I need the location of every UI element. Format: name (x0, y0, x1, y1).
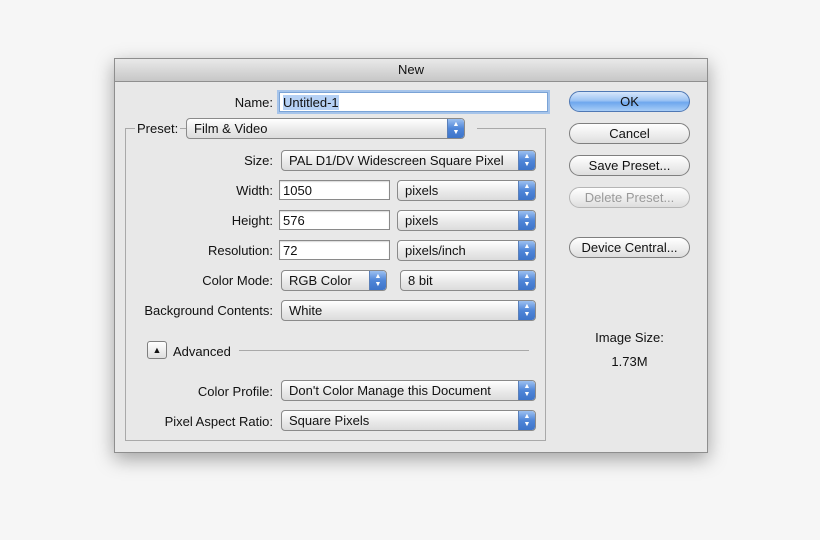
delete-preset-button[interactable]: Delete Preset... (569, 187, 690, 208)
size-label: Size: (244, 153, 273, 168)
advanced-divider (239, 350, 529, 351)
size-value: PAL D1/DV Widescreen Square Pixel (289, 153, 504, 168)
color-profile-select[interactable]: Don't Color Manage this Document ▲ ▼ (281, 380, 536, 401)
preset-value: Film & Video (194, 121, 268, 136)
ok-button[interactable]: OK (569, 91, 690, 112)
groupbox-gap (465, 121, 477, 135)
resolution-unit-select[interactable]: pixels/inch ▲ ▼ (397, 240, 536, 261)
up-down-arrows-icon: ▲ ▼ (518, 271, 535, 290)
width-field[interactable]: 1050 (279, 180, 390, 200)
new-document-dialog: New Name: Untitled-1 Preset: Film & Vide… (114, 58, 708, 453)
up-down-arrows-icon: ▲ ▼ (369, 271, 386, 290)
height-unit-value: pixels (405, 213, 439, 228)
up-down-arrows-icon: ▲ ▼ (518, 151, 535, 170)
height-field[interactable]: 576 (279, 210, 390, 230)
bit-depth-value: 8 bit (408, 273, 433, 288)
preset-label: Preset: (135, 121, 181, 136)
up-down-arrows-icon: ▲ ▼ (518, 411, 535, 430)
color-profile-value: Don't Color Manage this Document (289, 383, 491, 398)
save-preset-button[interactable]: Save Preset... (569, 155, 690, 176)
image-size-label: Image Size: (595, 330, 664, 345)
triangle-up-icon: ▲ (152, 345, 162, 355)
cancel-button[interactable]: Cancel (569, 123, 690, 144)
width-unit-select[interactable]: pixels ▲ ▼ (397, 180, 536, 201)
resolution-unit-value: pixels/inch (405, 243, 466, 258)
size-select[interactable]: PAL D1/DV Widescreen Square Pixel ▲ ▼ (281, 150, 536, 171)
color-mode-label: Color Mode: (202, 273, 273, 288)
height-label: Height: (231, 213, 273, 228)
background-contents-select[interactable]: White ▲ ▼ (281, 300, 536, 321)
up-down-arrows-icon: ▲ ▼ (447, 119, 464, 138)
name-field[interactable]: Untitled-1 (279, 92, 548, 112)
name-label: Name: (234, 95, 273, 110)
color-mode-value: RGB Color (289, 273, 352, 288)
image-size-value: 1.73M (611, 354, 648, 369)
background-contents-label: Background Contents: (144, 303, 273, 318)
width-unit-value: pixels (405, 183, 439, 198)
width-label: Width: (236, 183, 273, 198)
pixel-aspect-ratio-value: Square Pixels (289, 413, 370, 428)
advanced-disclosure-button[interactable]: ▲ (147, 341, 167, 359)
color-profile-label: Color Profile: (197, 384, 273, 399)
dialog-title: New (115, 59, 707, 82)
up-down-arrows-icon: ▲ ▼ (518, 241, 535, 260)
up-down-arrows-icon: ▲ ▼ (518, 301, 535, 320)
resolution-label: Resolution: (207, 243, 273, 258)
up-down-arrows-icon: ▲ ▼ (518, 181, 535, 200)
name-value: Untitled-1 (283, 95, 339, 110)
up-down-arrows-icon: ▲ ▼ (518, 211, 535, 230)
color-mode-select[interactable]: RGB Color ▲ ▼ (281, 270, 387, 291)
pixel-aspect-ratio-select[interactable]: Square Pixels ▲ ▼ (281, 410, 536, 431)
advanced-label: Advanced (173, 344, 231, 359)
background-contents-value: White (289, 303, 323, 318)
pixel-aspect-ratio-label: Pixel Aspect Ratio: (164, 414, 273, 429)
resolution-field[interactable]: 72 (279, 240, 390, 260)
preset-select[interactable]: Film & Video ▲ ▼ (186, 118, 465, 139)
bit-depth-select[interactable]: 8 bit ▲ ▼ (400, 270, 536, 291)
height-unit-select[interactable]: pixels ▲ ▼ (397, 210, 536, 231)
up-down-arrows-icon: ▲ ▼ (518, 381, 535, 400)
device-central-button[interactable]: Device Central... (569, 237, 690, 258)
